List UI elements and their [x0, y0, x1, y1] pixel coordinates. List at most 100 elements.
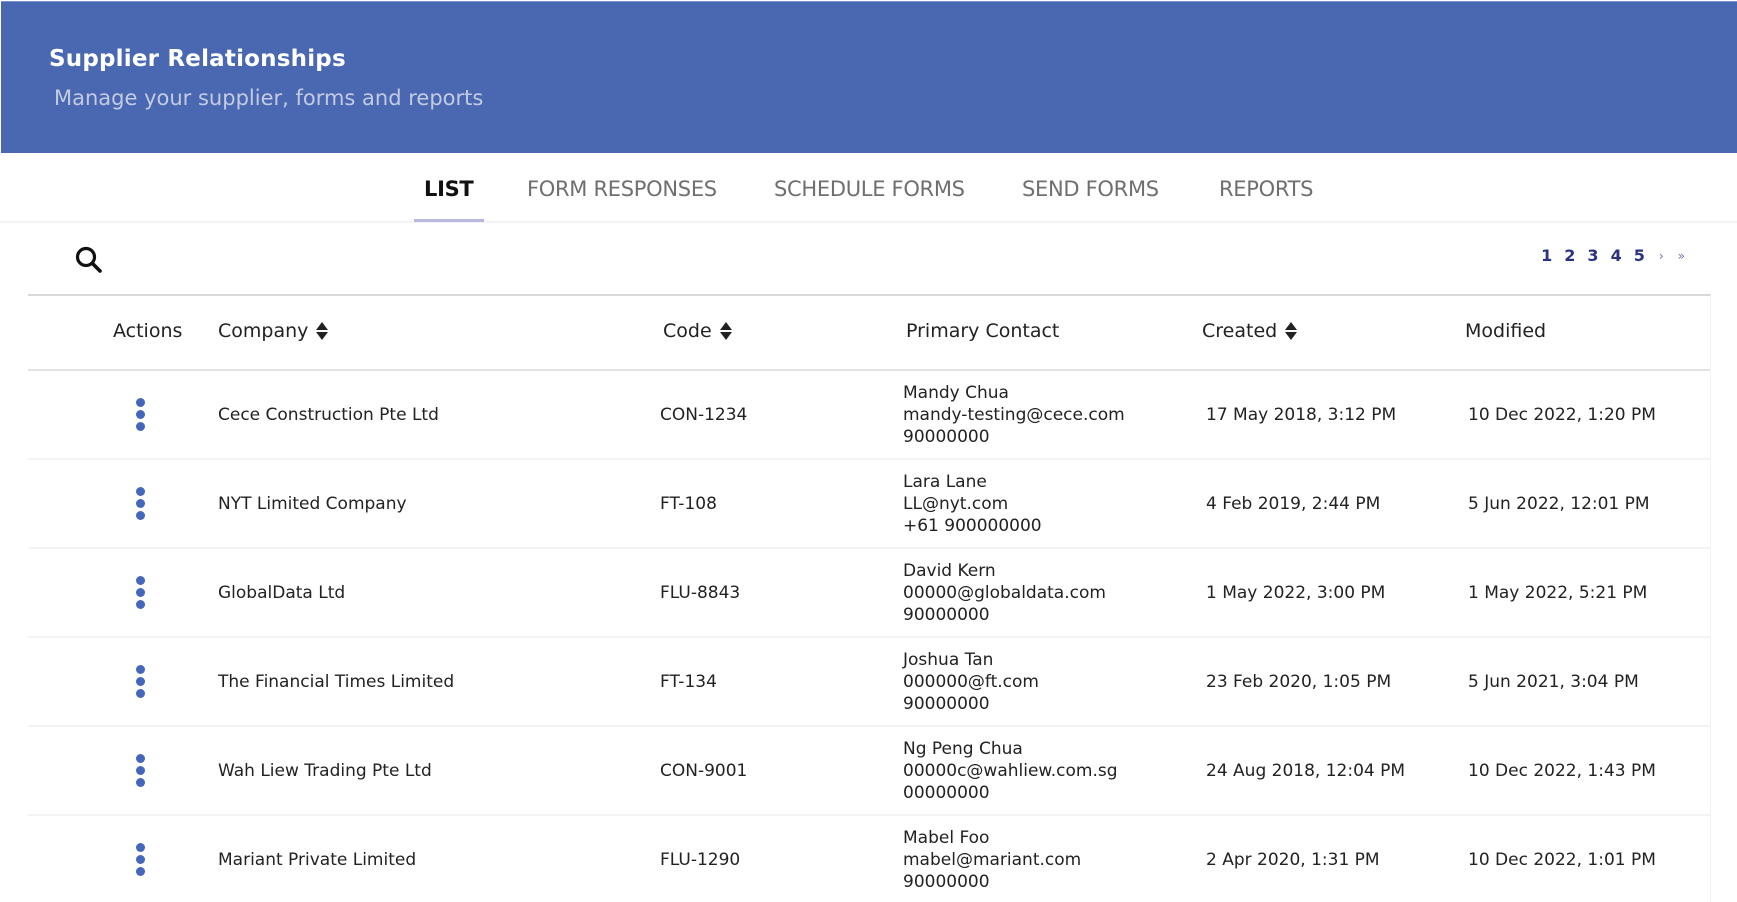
- column-header-created[interactable]: Created: [1202, 320, 1298, 342]
- created-cell: 4 Feb 2019, 2:44 PM: [1206, 493, 1381, 514]
- contact-phone: 90000000: [903, 604, 990, 625]
- contact-phone: 90000000: [903, 871, 990, 892]
- column-label: Modified: [1465, 320, 1547, 342]
- contact-phone: 90000000: [903, 426, 990, 447]
- primary-contact-cell: Mandy Chua mandy-testing@cece.com 900000…: [903, 382, 1125, 448]
- modified-cell: 5 Jun 2022, 12:01 PM: [1468, 493, 1650, 514]
- primary-contact-cell: David Kern 00000@globaldata.com 90000000: [903, 560, 1106, 626]
- contact-email[interactable]: mandy-testing@cece.com: [903, 404, 1125, 426]
- kebab-menu-icon: [135, 398, 145, 431]
- contact-email[interactable]: LL@nyt.com: [903, 493, 1042, 515]
- modified-cell: 10 Dec 2022, 1:20 PM: [1468, 404, 1656, 425]
- table-row[interactable]: The Financial Times Limited FT-134 Joshu…: [28, 638, 1710, 727]
- code-cell: FT-108: [660, 493, 717, 514]
- company-cell: Wah Liew Trading Pte Ltd: [218, 760, 432, 781]
- table-row[interactable]: GlobalData Ltd FLU-8843 David Kern 00000…: [28, 549, 1710, 638]
- column-header-company[interactable]: Company: [218, 320, 329, 342]
- created-cell: 2 Apr 2020, 1:31 PM: [1206, 849, 1380, 870]
- column-header-actions: Actions: [113, 320, 182, 342]
- created-cell: 17 May 2018, 3:12 PM: [1206, 404, 1397, 425]
- kebab-menu-icon: [135, 487, 145, 520]
- row-actions-button[interactable]: [132, 843, 148, 876]
- contact-name: Lara Lane: [903, 471, 987, 492]
- sort-icon[interactable]: [719, 321, 732, 341]
- primary-contact-cell: Mabel Foo mabel@mariant.com 90000000: [903, 827, 1081, 893]
- created-cell: 23 Feb 2020, 1:05 PM: [1206, 671, 1392, 692]
- table-header: Actions Company Code Primary Contact Cre…: [28, 296, 1710, 371]
- last-page-icon[interactable]: »: [1678, 249, 1685, 263]
- tab-schedule-forms[interactable]: SCHEDULE FORMS: [774, 177, 965, 201]
- sort-icon[interactable]: [316, 321, 329, 341]
- contact-phone: +61 900000000: [903, 515, 1042, 536]
- column-label: Primary Contact: [906, 320, 1060, 342]
- contact-name: Mandy Chua: [903, 382, 1009, 403]
- page-3-link[interactable]: 3: [1587, 246, 1598, 265]
- kebab-menu-icon: [135, 576, 145, 609]
- kebab-menu-icon: [135, 665, 145, 698]
- contact-name: Mabel Foo: [903, 827, 990, 848]
- column-header-code[interactable]: Code: [663, 320, 732, 342]
- page-header: Supplier Relationships Manage your suppl…: [1, 1, 1737, 153]
- table-row[interactable]: NYT Limited Company FT-108 Lara Lane LL@…: [28, 460, 1710, 549]
- search-button[interactable]: [74, 245, 104, 275]
- page-1-link[interactable]: 1: [1541, 246, 1552, 265]
- table-body: Cece Construction Pte Ltd CON-1234 Mandy…: [28, 371, 1710, 902]
- primary-contact-cell: Joshua Tan 000000@ft.com 90000000: [903, 649, 1039, 715]
- tab-send-forms[interactable]: SEND FORMS: [1022, 177, 1159, 201]
- row-actions-button[interactable]: [132, 487, 148, 520]
- contact-email[interactable]: mabel@mariant.com: [903, 849, 1081, 871]
- created-cell: 1 May 2022, 3:00 PM: [1206, 582, 1386, 603]
- contact-email[interactable]: 00000@globaldata.com: [903, 582, 1106, 604]
- primary-contact-cell: Lara Lane LL@nyt.com +61 900000000: [903, 471, 1042, 537]
- row-actions-button[interactable]: [132, 398, 148, 431]
- modified-cell: 5 Jun 2021, 3:04 PM: [1468, 671, 1639, 692]
- code-cell: FLU-8843: [660, 582, 741, 603]
- active-tab-indicator: [414, 219, 484, 222]
- pagination: 1 2 3 4 5 › »: [1529, 246, 1685, 265]
- row-actions-button[interactable]: [132, 576, 148, 609]
- tab-list[interactable]: LIST: [424, 177, 474, 201]
- contact-email[interactable]: 000000@ft.com: [903, 671, 1039, 693]
- table-row[interactable]: Mariant Private Limited FLU-1290 Mabel F…: [28, 816, 1710, 902]
- contact-phone: 90000000: [903, 693, 990, 714]
- row-actions-button[interactable]: [132, 754, 148, 787]
- page-subtitle: Manage your supplier, forms and reports: [54, 86, 484, 110]
- contact-name: Ng Peng Chua: [903, 738, 1023, 759]
- contact-phone: 00000000: [903, 782, 990, 803]
- created-cell: 24 Aug 2018, 12:04 PM: [1206, 760, 1406, 781]
- company-cell: GlobalData Ltd: [218, 582, 346, 603]
- code-cell: CON-9001: [660, 760, 748, 781]
- company-cell: NYT Limited Company: [218, 493, 407, 514]
- company-cell: Mariant Private Limited: [218, 849, 417, 870]
- tab-bar: LIST FORM RESPONSES SCHEDULE FORMS SEND …: [0, 153, 1737, 223]
- column-label: Company: [218, 320, 309, 342]
- company-cell: Cece Construction Pte Ltd: [218, 404, 439, 425]
- code-cell: FLU-1290: [660, 849, 741, 870]
- modified-cell: 10 Dec 2022, 1:01 PM: [1468, 849, 1656, 870]
- primary-contact-cell: Ng Peng Chua 00000c@wahliew.com.sg 00000…: [903, 738, 1118, 804]
- next-page-icon[interactable]: ›: [1659, 249, 1664, 263]
- contact-email[interactable]: 00000c@wahliew.com.sg: [903, 760, 1118, 782]
- table-row[interactable]: Cece Construction Pte Ltd CON-1234 Mandy…: [28, 371, 1710, 460]
- row-actions-button[interactable]: [132, 665, 148, 698]
- contact-name: David Kern: [903, 560, 996, 581]
- supplier-table: Actions Company Code Primary Contact Cre…: [28, 294, 1711, 902]
- code-cell: CON-1234: [660, 404, 748, 425]
- column-header-modified: Modified: [1465, 320, 1546, 342]
- search-icon: [75, 246, 102, 273]
- modified-cell: 10 Dec 2022, 1:43 PM: [1468, 760, 1656, 781]
- kebab-menu-icon: [135, 843, 145, 876]
- page-title: Supplier Relationships: [49, 46, 346, 72]
- page-5-link[interactable]: 5: [1634, 246, 1645, 265]
- tab-form-responses[interactable]: FORM RESPONSES: [527, 177, 717, 201]
- company-cell: The Financial Times Limited: [218, 671, 455, 692]
- page-2-link[interactable]: 2: [1564, 246, 1575, 265]
- tab-reports[interactable]: REPORTS: [1219, 177, 1313, 201]
- contact-name: Joshua Tan: [903, 649, 994, 670]
- page-4-link[interactable]: 4: [1611, 246, 1622, 265]
- sort-icon[interactable]: [1285, 321, 1298, 341]
- table-row[interactable]: Wah Liew Trading Pte Ltd CON-9001 Ng Pen…: [28, 727, 1710, 816]
- column-label: Created: [1202, 320, 1278, 342]
- column-label: Actions: [113, 320, 183, 342]
- modified-cell: 1 May 2022, 5:21 PM: [1468, 582, 1648, 603]
